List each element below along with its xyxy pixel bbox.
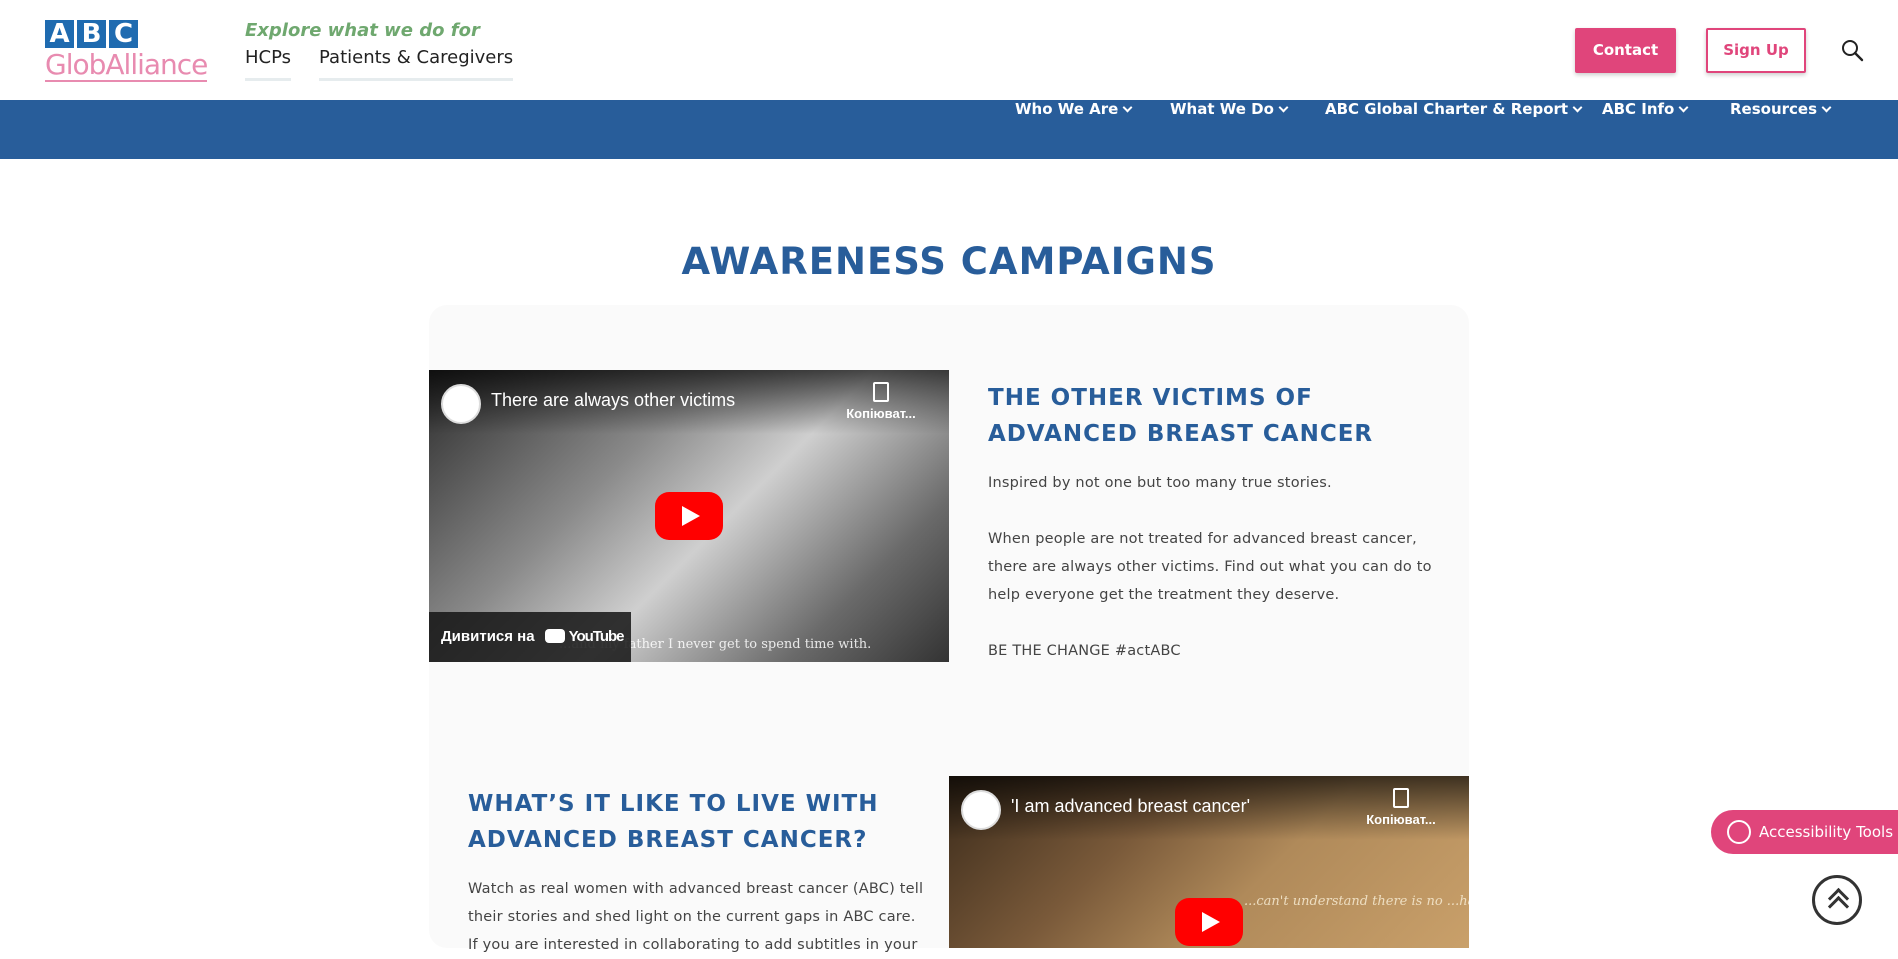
video-title[interactable]: There are always other victims <box>491 390 735 411</box>
accessibility-label: Accessibility Tools <box>1759 823 1894 841</box>
copy-link-label: Копіюват... <box>1366 812 1436 827</box>
video-subtitle: ...can't understand there is no ...happy… <box>1244 894 1469 909</box>
search-icon[interactable] <box>1840 38 1864 62</box>
video-title[interactable]: 'I am advanced breast cancer' <box>1011 796 1250 817</box>
logo-wordmark: GlobAlliance <box>45 48 208 82</box>
play-button[interactable] <box>1175 898 1243 946</box>
channel-avatar[interactable] <box>961 790 1001 830</box>
nav-item-label: Who We Are <box>1015 100 1119 118</box>
back-to-top-button[interactable] <box>1812 875 1862 925</box>
copy-link-button[interactable]: Копіюват... <box>1361 788 1441 827</box>
main-nav: Who We Are What We Do ABC Global Charter… <box>0 100 1898 159</box>
nav-item-abc-info[interactable]: ABC Info <box>1602 100 1689 159</box>
nav-item-label: ABC Global Charter & Report <box>1325 100 1569 118</box>
chevron-down-icon <box>1122 102 1133 113</box>
nav-item-label: ABC Info <box>1602 100 1675 118</box>
copy-icon <box>873 382 889 402</box>
copy-link-label: Копіюват... <box>846 406 916 421</box>
youtube-video-other-victims[interactable]: There are always other victims Копіюват.… <box>429 370 949 662</box>
watch-on-label: Дивитися на <box>441 628 535 645</box>
nav-item-global-charter-report[interactable]: ABC Global Charter & Report <box>1325 100 1583 159</box>
audience-link-patients-caregivers[interactable]: Patients & Caregivers <box>319 47 514 81</box>
nav-item-resources[interactable]: Resources <box>1730 100 1832 159</box>
nav-item-who-we-are[interactable]: Who We Are <box>1015 100 1133 159</box>
site-header: ABC GlobAlliance Explore what we do for … <box>0 0 1898 100</box>
youtube-play-icon <box>544 629 565 643</box>
page-title: AWARENESS CAMPAIGNS <box>681 240 1217 283</box>
chevron-down-icon <box>1572 102 1583 113</box>
accessibility-icon <box>1727 820 1751 844</box>
nav-item-what-we-do[interactable]: What We Do <box>1170 100 1289 159</box>
nav-item-label: Resources <box>1730 100 1818 118</box>
youtube-wordmark: YouTube <box>568 628 625 645</box>
campaign-description: When people are not treated for advanced… <box>988 531 1432 603</box>
campaign-description: Watch as real women with advanced breast… <box>468 881 924 953</box>
accessibility-tools-button[interactable]: Accessibility Tools <box>1711 810 1898 854</box>
campaign-hashtag: BE THE CHANGE #actABC <box>988 643 1181 659</box>
copy-link-button[interactable]: Копіюват... <box>841 382 921 421</box>
play-button[interactable] <box>655 492 723 540</box>
campaign-intro: Inspired by not one but too many true st… <box>988 475 1332 491</box>
campaign-heading: THE OTHER VICTIMS OF ADVANCED BREAST CAN… <box>988 385 1374 447</box>
copy-icon <box>1393 788 1409 808</box>
chevron-down-icon <box>1821 102 1832 113</box>
nav-item-label: What We Do <box>1170 100 1274 118</box>
chevron-down-icon <box>1678 102 1689 113</box>
chevron-down-icon <box>1278 102 1289 113</box>
channel-avatar[interactable] <box>441 384 481 424</box>
contact-button[interactable]: Contact <box>1575 28 1676 73</box>
campaign-heading: WHAT’S IT LIKE TO LIVE WITH ADVANCED BRE… <box>468 791 879 853</box>
youtube-video-i-am-abc[interactable]: 'I am advanced breast cancer' Копіюват..… <box>949 776 1469 948</box>
watch-on-youtube-button[interactable]: Дивитися на YouTube <box>429 612 631 662</box>
explore-label: Explore what we do for <box>245 20 480 41</box>
abc-global-alliance-logo[interactable]: ABC GlobAlliance <box>45 20 208 82</box>
audience-link-hcps[interactable]: HCPs <box>245 47 292 81</box>
logo-abc-mark: ABC <box>45 20 207 48</box>
sign-up-button[interactable]: Sign Up <box>1706 28 1806 73</box>
